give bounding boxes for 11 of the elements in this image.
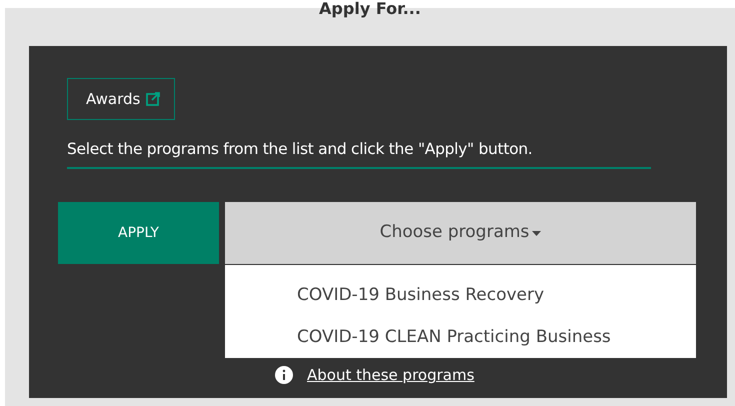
program-option[interactable]: COVID-19 CLEAN Practicing Business: [225, 316, 611, 358]
about-programs-link[interactable]: About these programs: [307, 364, 474, 386]
dialog-title: Apply For...: [318, 0, 422, 19]
programs-dropdown[interactable]: Choose programs: [225, 202, 696, 264]
external-link-icon: [146, 92, 160, 106]
awards-link[interactable]: Awards: [67, 78, 176, 120]
program-option[interactable]: COVID-19 Business Recovery: [225, 274, 544, 316]
caret-icon: [532, 230, 542, 236]
instruction-text: Select the programs from the list and click the "Apply" button.: [67, 138, 651, 170]
info-icon: [275, 366, 293, 384]
apply-button[interactable]: APPLY: [58, 202, 219, 264]
